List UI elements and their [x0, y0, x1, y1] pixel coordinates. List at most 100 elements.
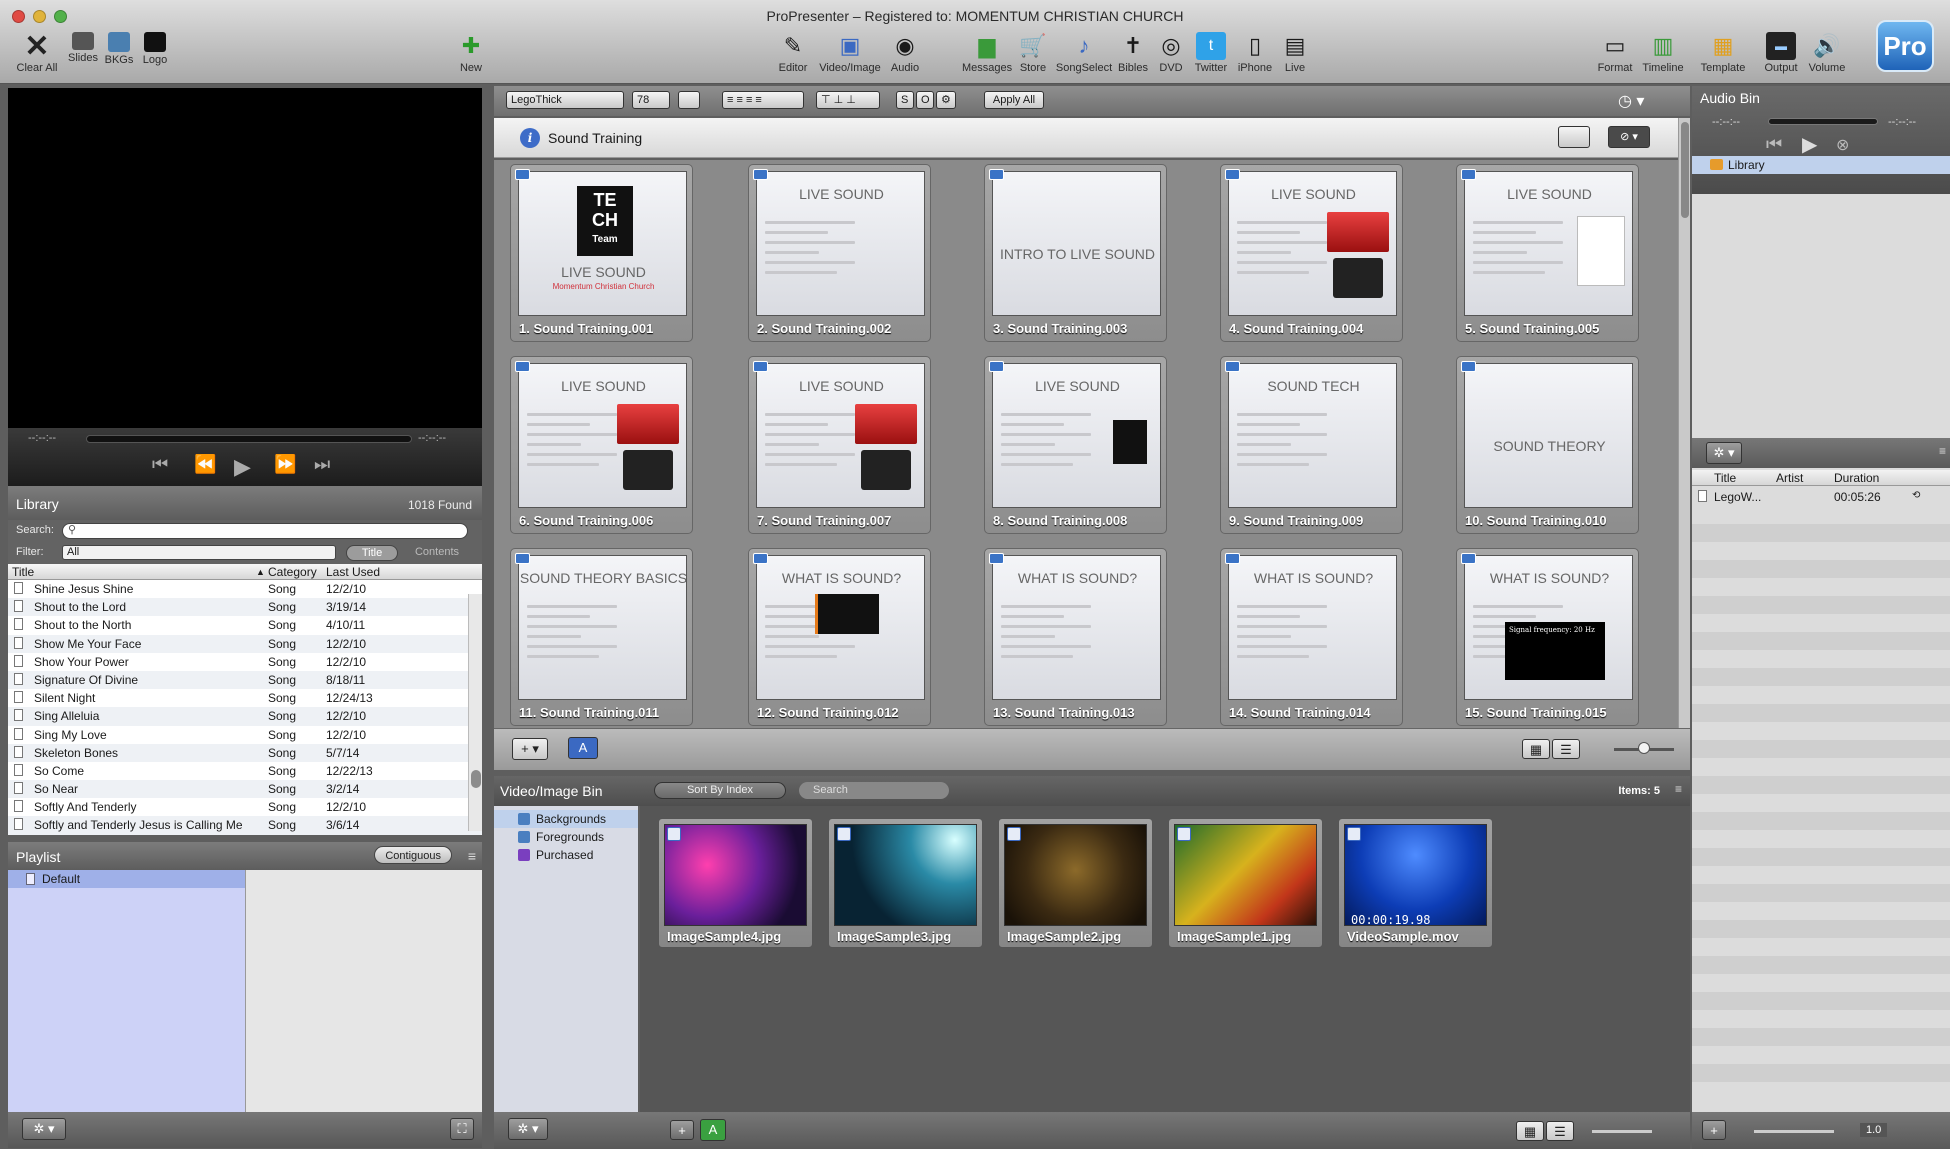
library-row[interactable]: Shout to the North Song 4/10/11	[8, 616, 482, 635]
slide-thumbnail[interactable]: SOUND THEORY 10. Sound Training.010	[1456, 356, 1639, 534]
library-row[interactable]: Show Your Power Song 12/2/10	[8, 652, 482, 671]
list-view-icon[interactable]: ☰	[1546, 1121, 1574, 1141]
add-slide-button[interactable]: + ▾	[512, 738, 548, 760]
play-icon[interactable]: ▶	[1802, 132, 1817, 157]
play-icon[interactable]: ▶	[234, 454, 251, 480]
slide-thumbnail[interactable]: LIVE SOUND 2. Sound Training.002	[748, 164, 931, 342]
library-row[interactable]: Shine Jesus Shine Song 12/2/10	[8, 580, 482, 599]
slide-thumbnail[interactable]: LIVE SOUND 4. Sound Training.004	[1220, 164, 1403, 342]
library-row[interactable]: Skeleton Bones Song 5/7/14	[8, 743, 482, 762]
slide-thumbnail[interactable]: SOUND TECH 9. Sound Training.009	[1220, 356, 1403, 534]
slide-thumbnail[interactable]: SOUND THEORY BASICS 11. Sound Training.01…	[510, 548, 693, 726]
video-bin-actions-button[interactable]: ✲ ▾	[508, 1118, 548, 1140]
column-title[interactable]: Title	[12, 565, 34, 579]
audio-column-artist[interactable]: Artist	[1776, 471, 1803, 485]
slide-thumbnail[interactable]: INTRO TO LIVE SOUND 3. Sound Training.003	[984, 164, 1167, 342]
output-button[interactable]: ▬ Output	[1758, 32, 1804, 74]
store-button[interactable]: 🛒 Store	[1010, 32, 1056, 74]
slide-thumbnail[interactable]: WHAT IS SOUND? 12. Sound Training.012	[748, 548, 931, 726]
audio-column-title[interactable]: Title	[1714, 471, 1736, 485]
audio-scrubber[interactable]	[1768, 118, 1878, 125]
twitter-button[interactable]: t Twitter	[1188, 32, 1234, 74]
library-search-input[interactable]	[62, 523, 468, 539]
slide-grid-scrollbar[interactable]	[1678, 118, 1690, 728]
filter-by-contents-button[interactable]: Contents	[406, 545, 468, 561]
zoom-slider-knob[interactable]	[1638, 742, 1650, 754]
video-bin-search-input[interactable]: Search	[799, 782, 949, 799]
text-style-button[interactable]: A	[568, 737, 598, 759]
rewind-icon[interactable]: ⏪	[194, 454, 216, 475]
library-row[interactable]: Softly and Tenderly Jesus is Calling Me S…	[8, 816, 482, 835]
text-style-button[interactable]: A	[700, 1119, 726, 1141]
gear-icon[interactable]: ⚙	[936, 91, 956, 109]
fast-forward-icon[interactable]: ⏩	[274, 454, 296, 475]
add-media-button[interactable]: +	[670, 1120, 694, 1140]
skip-back-icon[interactable]: ⏮	[1766, 134, 1782, 155]
format-button[interactable]: ▭ Format	[1592, 32, 1638, 74]
live-button[interactable]: ▤ Live	[1272, 32, 1318, 74]
clear-all-button[interactable]: ✕ Clear All	[14, 30, 60, 75]
audio-row[interactable]: LegoW... 00:05:26 ⟲	[1692, 488, 1950, 506]
template-button[interactable]: ▦ Template	[1700, 32, 1746, 74]
font-size-stepper[interactable]: 78	[632, 91, 670, 109]
skip-back-icon[interactable]: ⏮	[152, 454, 168, 475]
contiguous-button[interactable]: Contiguous	[374, 846, 452, 864]
library-row[interactable]: Silent Night Song 12/24/13	[8, 689, 482, 708]
arrangement-icon[interactable]	[1558, 126, 1590, 148]
slide-thumbnail[interactable]: TE CH Team LIVE SOUND Momentum Christian Chu…	[510, 164, 693, 342]
media-thumbnail[interactable]: ImageSample4.jpg	[658, 818, 813, 948]
menu-lines-icon[interactable]: ≡	[468, 848, 476, 864]
sort-select[interactable]: Sort By Index	[654, 782, 786, 799]
skip-forward-icon[interactable]: ⏭	[314, 454, 330, 475]
media-thumbnail[interactable]: ImageSample1.jpg	[1168, 818, 1323, 948]
stop-icon[interactable]: ⊗	[1836, 135, 1849, 155]
add-audio-button[interactable]: +	[1702, 1120, 1726, 1140]
slide-thumbnail[interactable]: LIVE SOUND 5. Sound Training.005	[1456, 164, 1639, 342]
slide-thumbnail[interactable]: LIVE SOUND 8. Sound Training.008	[984, 356, 1167, 534]
library-row[interactable]: Show Me Your Face Song 12/2/10	[8, 634, 482, 653]
filter-by-title-button[interactable]: Title	[346, 545, 398, 561]
menu-lines-icon[interactable]: ≡	[1675, 782, 1682, 796]
library-filter-select[interactable]: All	[62, 545, 336, 560]
audio-button[interactable]: ◉ Audio	[882, 32, 928, 74]
clock-icon[interactable]: ◷ ▾	[1618, 91, 1644, 111]
logo-button[interactable]: Logo	[132, 32, 178, 66]
font-select[interactable]: LegoThick	[506, 91, 624, 109]
songselect-button[interactable]: ♪ SongSelect	[1056, 32, 1112, 74]
volume-button[interactable]: 🔊 Volume	[1804, 32, 1850, 74]
library-row[interactable]: So Near Song 3/2/14	[8, 780, 482, 799]
grid-view-icon[interactable]: ▦	[1522, 739, 1550, 759]
media-thumbnail[interactable]: 00:00:19.98 VideoSample.mov	[1338, 818, 1493, 948]
media-thumbnail[interactable]: ImageSample3.jpg	[828, 818, 983, 948]
vertical-align-buttons[interactable]: ⊤ ⊥ ⊥	[816, 91, 880, 109]
folder-backgrounds[interactable]: Backgrounds	[494, 810, 638, 828]
playlist-item-default[interactable]: Default	[8, 870, 245, 888]
slide-thumbnail[interactable]: WHAT IS SOUND? 14. Sound Training.014	[1220, 548, 1403, 726]
library-row[interactable]: Softly And Tenderly Song 12/2/10	[8, 798, 482, 817]
column-last-used[interactable]: Last Used	[326, 565, 380, 579]
folder-purchased[interactable]: Purchased	[494, 846, 638, 864]
shadow-toggle[interactable]: S	[896, 91, 914, 109]
audio-library-folder[interactable]: Library	[1692, 156, 1950, 174]
alignment-buttons[interactable]: ≡ ≡ ≡ ≡	[722, 91, 804, 109]
timeline-button[interactable]: ▥ Timeline	[1640, 32, 1686, 74]
library-row[interactable]: Sing Alleluia Song 12/2/10	[8, 707, 482, 726]
video-image-button[interactable]: ▣ Video/Image	[819, 32, 881, 74]
library-row[interactable]: So Come Song 12/22/13	[8, 761, 482, 781]
slide-thumbnail[interactable]: WHAT IS SOUND? Signal frequency: 20 Hz 15.…	[1456, 548, 1639, 726]
apply-all-button[interactable]: Apply All	[984, 91, 1044, 109]
editor-button[interactable]: ✎ Editor	[770, 32, 816, 74]
preview-scrubber[interactable]	[86, 435, 412, 443]
library-row[interactable]: Sing My Love Song 12/2/10	[8, 725, 482, 744]
slide-thumbnail[interactable]: WHAT IS SOUND? 13. Sound Training.013	[984, 548, 1167, 726]
no-background-icon[interactable]: ⊘ ▾	[1608, 126, 1650, 148]
audio-actions-button[interactable]: ✲ ▾	[1706, 442, 1742, 464]
outline-toggle[interactable]: O	[916, 91, 934, 109]
library-row[interactable]: Shout to the Lord Song 3/19/14	[8, 598, 482, 617]
menu-lines-icon[interactable]: ≡	[1939, 444, 1946, 458]
media-thumbnail[interactable]: ImageSample2.jpg	[998, 818, 1153, 948]
grid-view-icon[interactable]: ▦	[1516, 1121, 1544, 1141]
slide-thumbnail[interactable]: LIVE SOUND 7. Sound Training.007	[748, 356, 931, 534]
list-view-icon[interactable]: ☰	[1552, 739, 1580, 759]
fullscreen-icon[interactable]: ⛶	[450, 1118, 474, 1140]
